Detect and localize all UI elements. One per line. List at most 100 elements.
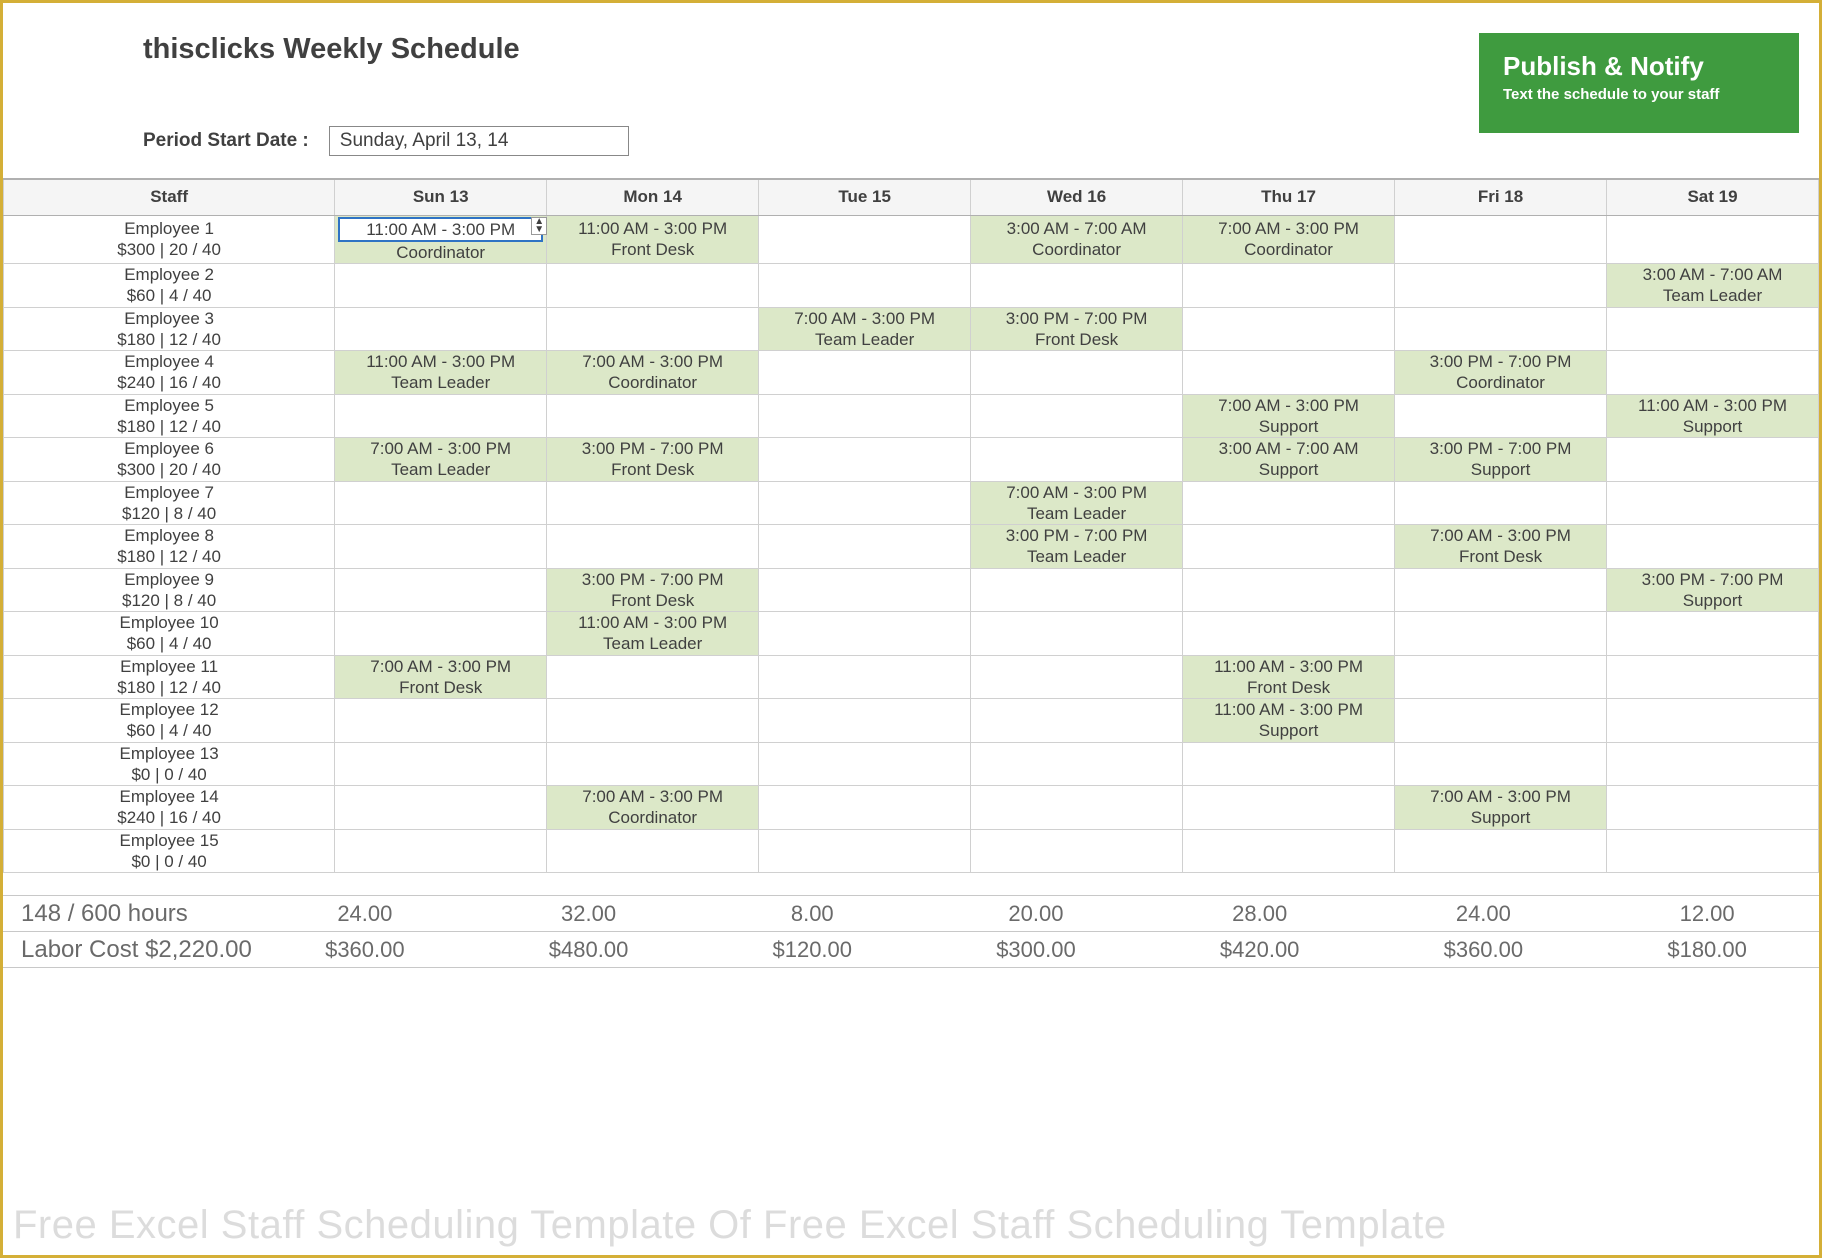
shift-cell[interactable]: [1395, 568, 1607, 612]
shift-cell[interactable]: ▲▼11:00 AM - 3:00 PMCoordinator: [335, 215, 547, 264]
staff-cell[interactable]: Employee 1$300 | 20 / 40: [4, 215, 335, 264]
shift-cell[interactable]: [1607, 829, 1819, 873]
staff-cell[interactable]: Employee 13$0 | 0 / 40: [4, 742, 335, 786]
shift-cell[interactable]: [1183, 612, 1395, 656]
shift-cell[interactable]: 7:00 AM - 3:00 PMSupport: [1183, 394, 1395, 438]
shift-cell[interactable]: [547, 525, 759, 569]
shift-cell[interactable]: [759, 786, 971, 830]
shift-cell[interactable]: [335, 742, 547, 786]
shift-cell[interactable]: [1395, 215, 1607, 264]
shift-cell[interactable]: [335, 525, 547, 569]
staff-cell[interactable]: Employee 6$300 | 20 / 40: [4, 438, 335, 482]
shift-cell[interactable]: 11:00 AM - 3:00 PMFront Desk: [547, 215, 759, 264]
shift-cell[interactable]: [547, 655, 759, 699]
shift-cell[interactable]: [335, 829, 547, 873]
shift-cell[interactable]: [1607, 307, 1819, 351]
shift-cell[interactable]: [547, 699, 759, 743]
shift-cell[interactable]: [759, 655, 971, 699]
shift-cell[interactable]: 3:00 PM - 7:00 PMFront Desk: [547, 568, 759, 612]
shift-cell[interactable]: [1607, 655, 1819, 699]
shift-cell[interactable]: [759, 742, 971, 786]
shift-cell[interactable]: [971, 394, 1183, 438]
staff-cell[interactable]: Employee 12$60 | 4 / 40: [4, 699, 335, 743]
shift-cell[interactable]: [1607, 742, 1819, 786]
shift-cell[interactable]: [547, 481, 759, 525]
shift-cell[interactable]: [1607, 525, 1819, 569]
shift-cell[interactable]: 3:00 PM - 7:00 PMCoordinator: [1395, 351, 1607, 395]
shift-cell[interactable]: [1607, 481, 1819, 525]
shift-cell[interactable]: 7:00 AM - 3:00 PMSupport: [1395, 786, 1607, 830]
shift-cell[interactable]: [1183, 568, 1395, 612]
shift-cell[interactable]: [971, 786, 1183, 830]
staff-cell[interactable]: Employee 10$60 | 4 / 40: [4, 612, 335, 656]
shift-cell[interactable]: [1395, 307, 1607, 351]
shift-cell[interactable]: [1183, 307, 1395, 351]
shift-cell[interactable]: [1607, 612, 1819, 656]
shift-cell[interactable]: [1607, 438, 1819, 482]
shift-cell[interactable]: [335, 394, 547, 438]
shift-cell[interactable]: 7:00 AM - 3:00 PMFront Desk: [1395, 525, 1607, 569]
shift-cell[interactable]: [759, 438, 971, 482]
shift-cell[interactable]: [335, 481, 547, 525]
shift-cell[interactable]: [971, 612, 1183, 656]
shift-cell[interactable]: [1607, 351, 1819, 395]
shift-cell[interactable]: [1395, 612, 1607, 656]
shift-cell[interactable]: [971, 829, 1183, 873]
shift-cell[interactable]: [1607, 786, 1819, 830]
shift-cell[interactable]: [759, 394, 971, 438]
shift-cell[interactable]: [335, 699, 547, 743]
shift-cell[interactable]: [759, 568, 971, 612]
shift-cell[interactable]: [971, 264, 1183, 308]
shift-cell[interactable]: [759, 525, 971, 569]
shift-cell[interactable]: 3:00 PM - 7:00 PMSupport: [1395, 438, 1607, 482]
shift-cell[interactable]: [759, 699, 971, 743]
period-start-input[interactable]: Sunday, April 13, 14: [329, 126, 629, 156]
shift-cell[interactable]: [1183, 786, 1395, 830]
shift-cell[interactable]: 7:00 AM - 3:00 PMTeam Leader: [971, 481, 1183, 525]
shift-cell[interactable]: 7:00 AM - 3:00 PMFront Desk: [335, 655, 547, 699]
shift-cell[interactable]: 3:00 PM - 7:00 PMFront Desk: [971, 307, 1183, 351]
shift-cell[interactable]: [1607, 215, 1819, 264]
shift-cell[interactable]: [1395, 264, 1607, 308]
staff-cell[interactable]: Employee 9$120 | 8 / 40: [4, 568, 335, 612]
shift-cell[interactable]: 11:00 AM - 3:00 PMFront Desk: [1183, 655, 1395, 699]
publish-notify-button[interactable]: Publish & Notify Text the schedule to yo…: [1479, 33, 1799, 133]
shift-cell[interactable]: [335, 264, 547, 308]
shift-cell[interactable]: [1395, 655, 1607, 699]
shift-cell[interactable]: 3:00 AM - 7:00 AMSupport: [1183, 438, 1395, 482]
shift-cell[interactable]: [759, 612, 971, 656]
shift-cell[interactable]: [547, 264, 759, 308]
shift-cell[interactable]: [1183, 525, 1395, 569]
shift-cell[interactable]: [1395, 829, 1607, 873]
staff-cell[interactable]: Employee 7$120 | 8 / 40: [4, 481, 335, 525]
stepper-icon[interactable]: ▲▼: [531, 217, 547, 235]
shift-cell[interactable]: [1395, 481, 1607, 525]
shift-cell[interactable]: [547, 742, 759, 786]
shift-cell[interactable]: 7:00 AM - 3:00 PMTeam Leader: [335, 438, 547, 482]
shift-cell[interactable]: [1395, 742, 1607, 786]
shift-cell[interactable]: 7:00 AM - 3:00 PMCoordinator: [547, 351, 759, 395]
shift-cell[interactable]: 3:00 AM - 7:00 AMCoordinator: [971, 215, 1183, 264]
shift-cell[interactable]: [1395, 699, 1607, 743]
shift-cell[interactable]: [1183, 829, 1395, 873]
shift-cell[interactable]: 11:00 AM - 3:00 PMTeam Leader: [547, 612, 759, 656]
shift-cell[interactable]: [971, 438, 1183, 482]
shift-cell[interactable]: [759, 215, 971, 264]
shift-cell[interactable]: [1183, 481, 1395, 525]
shift-cell[interactable]: [971, 742, 1183, 786]
staff-cell[interactable]: Employee 4$240 | 16 / 40: [4, 351, 335, 395]
staff-cell[interactable]: Employee 14$240 | 16 / 40: [4, 786, 335, 830]
shift-cell[interactable]: [971, 655, 1183, 699]
shift-cell[interactable]: [1183, 351, 1395, 395]
shift-cell[interactable]: [759, 264, 971, 308]
shift-cell[interactable]: [335, 612, 547, 656]
shift-cell[interactable]: [1607, 699, 1819, 743]
shift-cell[interactable]: 3:00 PM - 7:00 PMTeam Leader: [971, 525, 1183, 569]
shift-cell[interactable]: [335, 786, 547, 830]
shift-cell[interactable]: [547, 829, 759, 873]
shift-cell[interactable]: [335, 568, 547, 612]
shift-time[interactable]: 11:00 AM - 3:00 PM: [338, 217, 543, 242]
shift-cell[interactable]: 7:00 AM - 3:00 PMTeam Leader: [759, 307, 971, 351]
shift-cell[interactable]: [759, 829, 971, 873]
shift-cell[interactable]: [971, 699, 1183, 743]
